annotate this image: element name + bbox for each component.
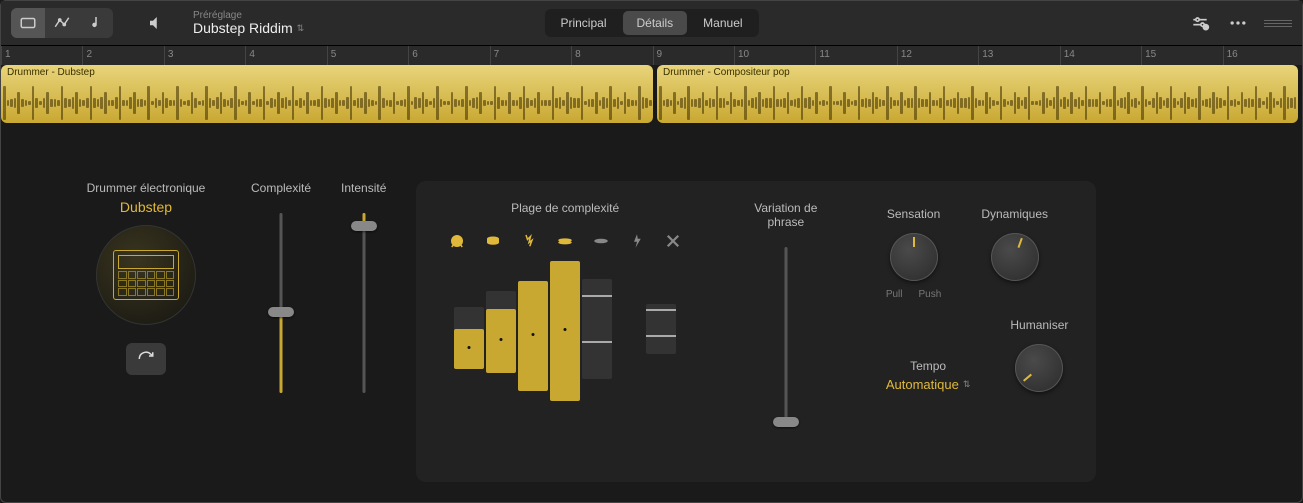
chevron-updown-icon: ⇅ xyxy=(963,379,971,390)
preset-selector[interactable]: Préréglage Dubstep Riddim ⇅ xyxy=(193,10,304,36)
range-bar[interactable] xyxy=(550,259,580,409)
range-bar[interactable] xyxy=(646,259,676,409)
range-bar[interactable] xyxy=(582,259,612,409)
ruler-tick: 16 xyxy=(1223,46,1238,65)
region-pop[interactable]: Drummer - Compositeur pop xyxy=(657,65,1298,123)
push-label: Push xyxy=(919,289,942,300)
snare-icon[interactable] xyxy=(483,231,503,251)
tempo-value: Automatique xyxy=(886,377,959,392)
more-icon[interactable] xyxy=(1226,11,1250,35)
drummer-style: Dubstep xyxy=(120,199,172,215)
complexity-label: Complexité xyxy=(251,181,311,195)
intensity-slider[interactable] xyxy=(352,213,376,393)
ruler-tick: 15 xyxy=(1141,46,1156,65)
crash-icon[interactable] xyxy=(663,231,683,251)
tempo-selector[interactable]: Tempo Automatique ⇅ xyxy=(886,359,971,392)
drummer-editor: Drummer électronique Dubstep Complexité … xyxy=(1,161,1302,502)
complexity-slider[interactable] xyxy=(269,213,293,393)
drummer-type-label: Drummer électronique xyxy=(87,181,206,195)
ruler-tick: 2 xyxy=(82,46,92,65)
tab-details[interactable]: Détails xyxy=(622,11,687,35)
drum-machine-icon xyxy=(113,250,179,300)
pull-label: Pull xyxy=(886,289,903,300)
ruler-tick: 5 xyxy=(327,46,337,65)
range-bar[interactable] xyxy=(518,259,548,409)
range-icon-row xyxy=(447,231,683,251)
clap-icon[interactable] xyxy=(519,231,539,251)
sensation-label: Sensation xyxy=(887,207,940,221)
ruler-tick: 12 xyxy=(897,46,912,65)
phrase-slider[interactable] xyxy=(774,247,798,427)
automation-view-button[interactable] xyxy=(45,8,79,38)
intensity-label: Intensité xyxy=(341,181,386,195)
range-bars[interactable] xyxy=(454,259,676,409)
range-bar[interactable] xyxy=(486,259,516,409)
range-label: Plage de complexité xyxy=(511,201,619,215)
refresh-button[interactable] xyxy=(126,343,166,375)
view-tool-group xyxy=(11,8,113,38)
chevron-updown-icon: ⇅ xyxy=(297,24,305,34)
region-dubstep[interactable]: Drummer - Dubstep xyxy=(1,65,653,123)
ruler-tick: 14 xyxy=(1060,46,1075,65)
ruler-tick: 3 xyxy=(164,46,174,65)
ruler-tick: 7 xyxy=(490,46,500,65)
region-view-button[interactable] xyxy=(11,8,45,38)
ruler-tick: 8 xyxy=(571,46,581,65)
tempo-label: Tempo xyxy=(910,359,946,373)
preset-name: Dubstep Riddim ⇅ xyxy=(193,21,304,36)
drummer-kit-button[interactable] xyxy=(96,225,196,325)
tab-principal[interactable]: Principal xyxy=(546,11,620,35)
kick-icon[interactable] xyxy=(447,231,467,251)
details-panel: Plage de complexité Variation de phrase … xyxy=(416,181,1096,482)
dynamics-knob[interactable] xyxy=(991,233,1039,281)
range-bar[interactable] xyxy=(454,259,484,409)
region-label: Drummer - Dubstep xyxy=(1,65,653,83)
phrase-label: Variation de phrase xyxy=(736,201,836,229)
ruler-tick: 10 xyxy=(734,46,749,65)
volume-icon[interactable] xyxy=(139,8,173,38)
ruler-tick: 13 xyxy=(978,46,993,65)
ruler-tick: 9 xyxy=(653,46,663,65)
range-bar[interactable] xyxy=(614,259,644,409)
fx-icon[interactable] xyxy=(627,231,647,251)
sensation-knob[interactable] xyxy=(890,233,938,281)
timeline-ruler[interactable]: 12345678910111213141516 xyxy=(1,45,1302,65)
track-lane: Drummer - Dubstep Drummer - Compositeur … xyxy=(1,65,1302,123)
tab-manuel[interactable]: Manuel xyxy=(689,11,756,35)
drag-handle-icon[interactable] xyxy=(1264,18,1292,28)
humanize-label: Humaniser xyxy=(1010,318,1068,332)
ruler-tick: 4 xyxy=(245,46,255,65)
notation-view-button[interactable] xyxy=(79,8,113,38)
ruler-tick: 6 xyxy=(408,46,418,65)
perc-icon[interactable] xyxy=(591,231,611,251)
editor-tabs: Principal Détails Manuel xyxy=(544,9,758,37)
dynamics-label: Dynamiques xyxy=(981,207,1048,221)
right-tool-group xyxy=(1188,11,1292,35)
humanize-knob[interactable] xyxy=(1015,344,1063,392)
settings-icon[interactable] xyxy=(1188,11,1212,35)
toolbar: Préréglage Dubstep Riddim ⇅ Principal Dé… xyxy=(1,1,1302,45)
hihat-icon[interactable] xyxy=(555,231,575,251)
region-label: Drummer - Compositeur pop xyxy=(657,65,1298,83)
ruler-tick: 1 xyxy=(1,46,11,65)
ruler-tick: 11 xyxy=(815,46,829,65)
